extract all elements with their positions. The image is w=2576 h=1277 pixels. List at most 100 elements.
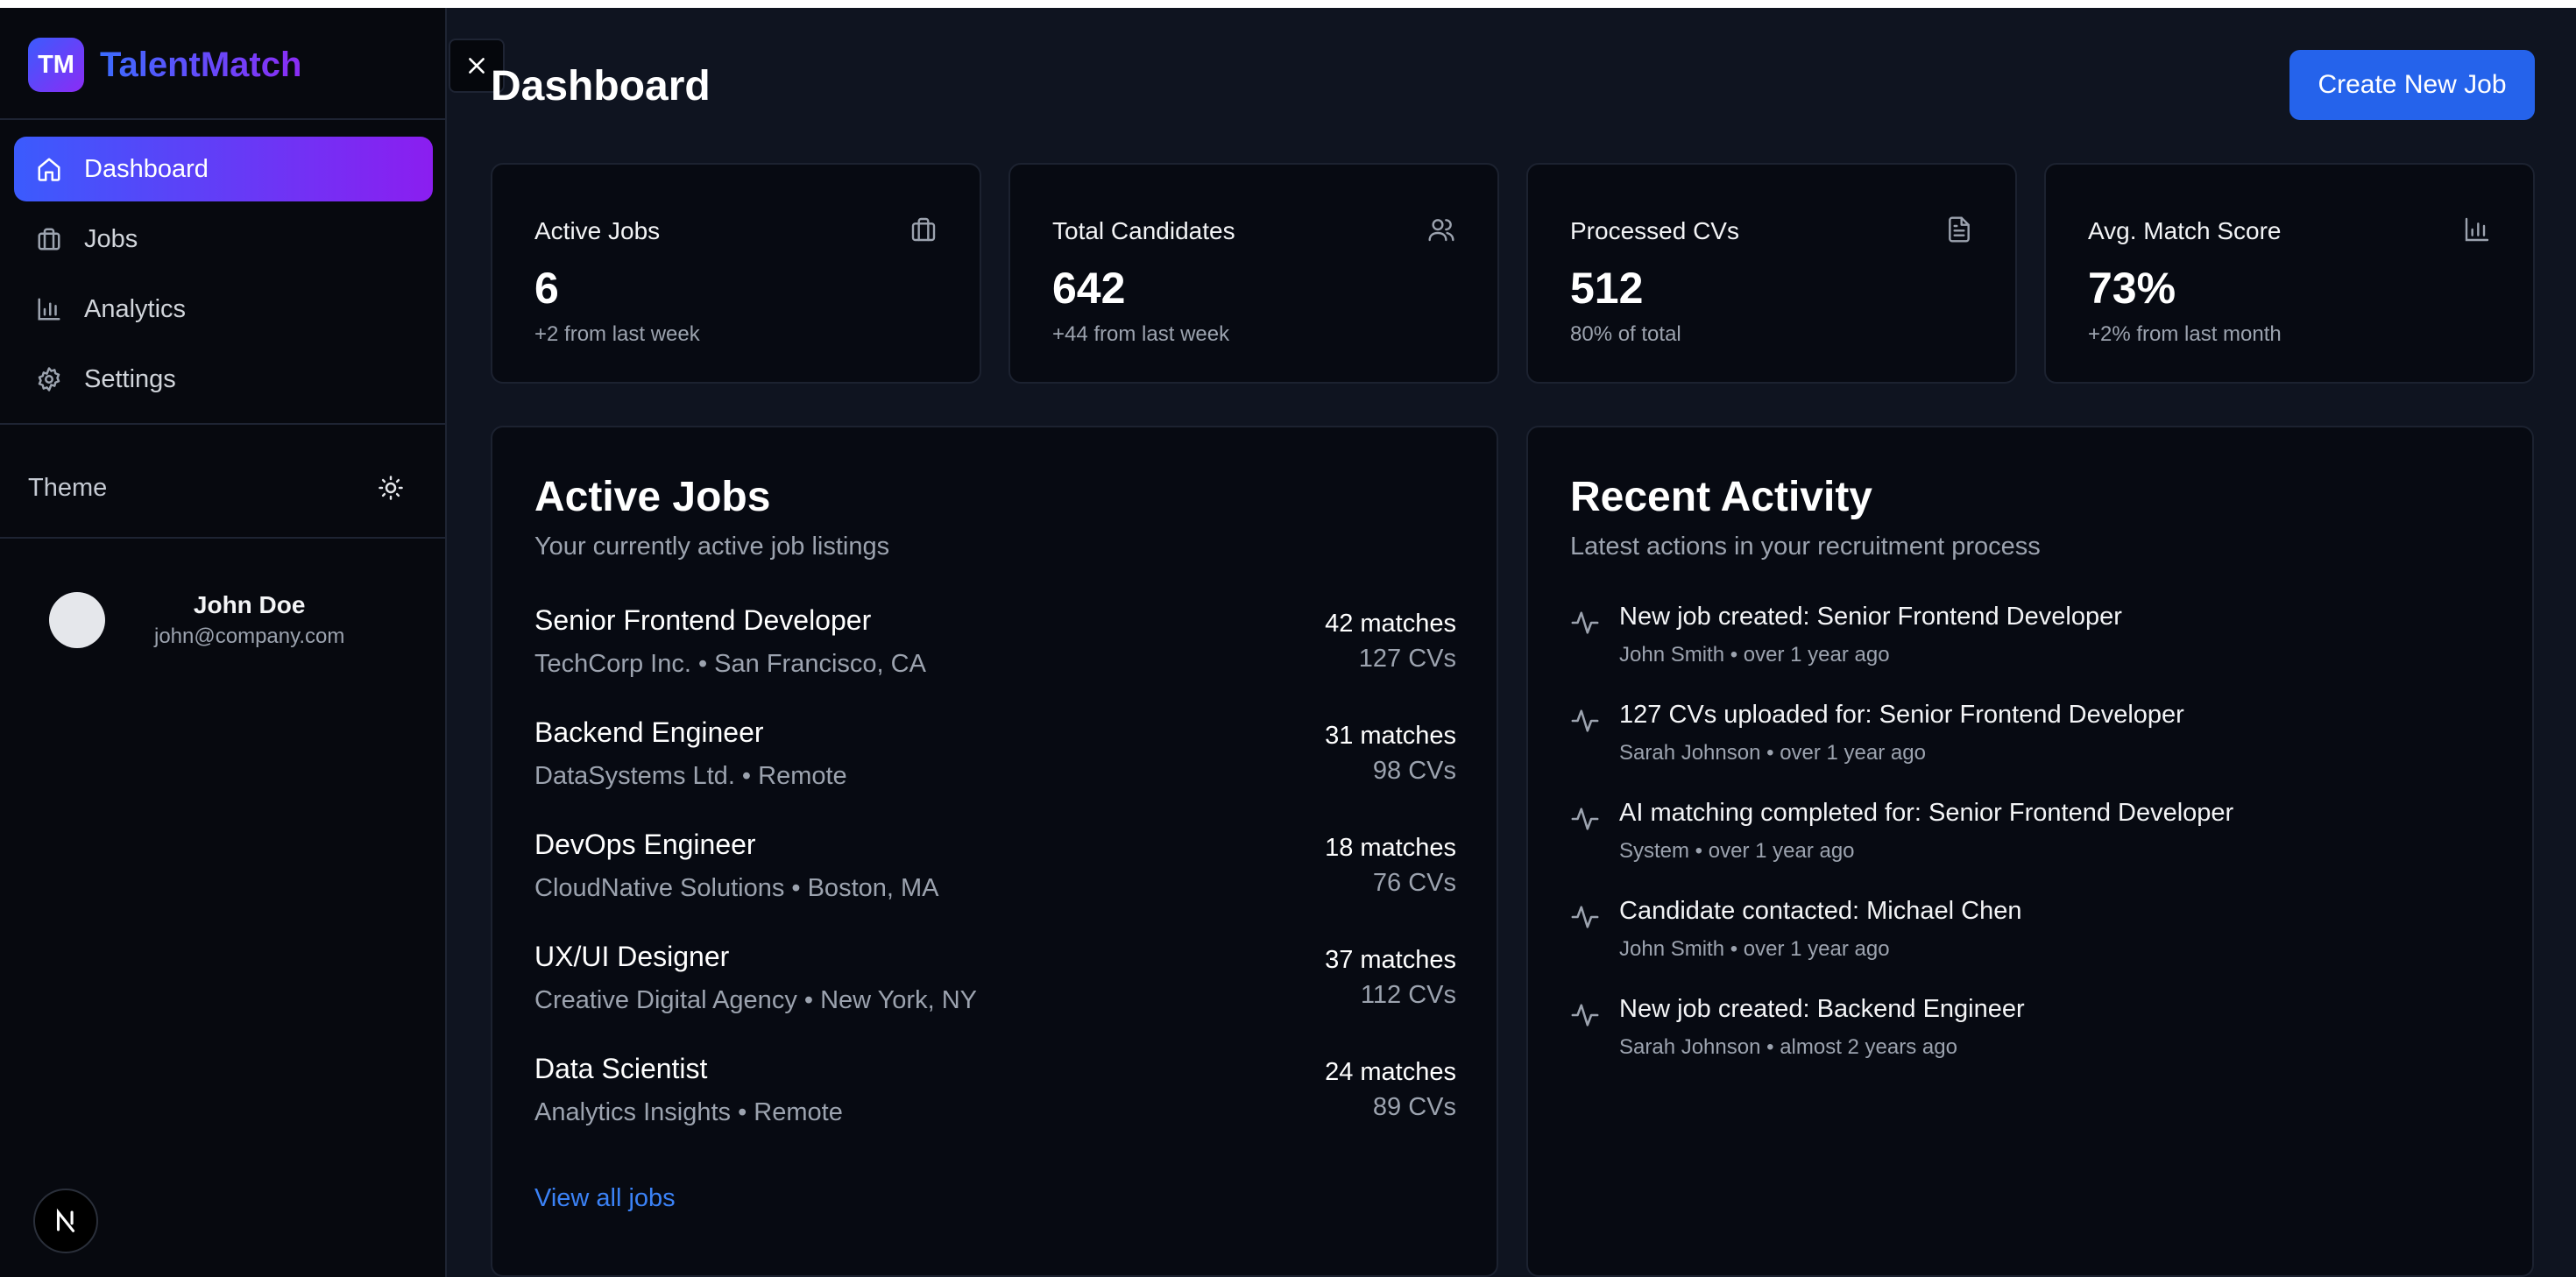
stat-sub: +44 from last week [1052,322,1230,346]
home-icon [35,155,63,183]
bar-chart-icon [2463,215,2491,243]
job-cvs: 76 CVs [1372,869,1456,897]
job-title: UX/UI Designer [534,941,730,972]
user-info: John Doe john@company.com [154,591,344,649]
stat-sub: +2 from last week [534,322,700,346]
job-meta: CloudNative Solutions • Boston, MA [534,874,939,902]
job-row[interactable]: DevOps Engineer CloudNative Solutions • … [534,829,1456,916]
sidebar-item-dashboard[interactable]: Dashboard [14,137,433,201]
users-icon [1427,215,1455,243]
job-matches: 31 matches [1325,722,1456,750]
stat-title: Total Candidates [1052,217,1235,244]
job-title: Data Scientist [534,1053,708,1084]
activity-title: New job created: Backend Engineer [1619,995,2025,1023]
theme-row: Theme [28,462,405,514]
stat-card-active-jobs: Active Jobs 6 +2 from last week [491,163,981,384]
job-cvs: 127 CVs [1358,645,1456,673]
user-email: john@company.com [154,624,345,648]
gear-icon [35,365,63,393]
stat-title: Avg. Match Score [2088,217,2282,244]
job-meta: DataSystems Ltd. • Remote [534,762,847,790]
sidebar-divider [0,423,447,425]
activity-pulse-icon [1570,706,1600,736]
activity-title: 127 CVs uploaded for: Senior Frontend De… [1619,701,2184,729]
activity-meta: Sarah Johnson • over 1 year ago [1619,741,1926,765]
activity-pulse-icon [1570,608,1600,638]
recent-activity-panel: Recent Activity Latest actions in your r… [1526,426,2534,1277]
app-root: TM TalentMatch Dashboard Jobs Analytics … [0,8,2576,1277]
stat-value: 73% [2088,264,2176,313]
briefcase-icon [909,215,938,243]
browser-top-strip [0,0,2576,8]
sidebar-item-label: Settings [84,364,176,393]
job-cvs: 98 CVs [1372,757,1456,785]
job-cvs: 112 CVs [1360,981,1456,1009]
activity-title: Candidate contacted: Michael Chen [1619,897,2022,925]
stat-card-processed-cvs: Processed CVs 512 80% of total [1526,163,2017,384]
brand-name: TalentMatch [100,45,302,84]
stat-sub: +2% from last month [2088,322,2282,346]
nextjs-badge-icon[interactable] [33,1189,98,1253]
job-title: DevOps Engineer [534,829,756,860]
stat-card-total-candidates: Total Candidates 642 +44 from last week [1008,163,1499,384]
activity-title: AI matching completed for: Senior Fronte… [1619,799,2234,827]
sidebar-nav: Dashboard Jobs Analytics Settings [14,137,433,417]
sidebar-divider [0,118,447,120]
activity-item: Candidate contacted: Michael Chen John S… [1570,897,2490,984]
sidebar-item-label: Analytics [84,294,187,323]
close-icon [469,58,485,74]
job-row[interactable]: Senior Frontend Developer TechCorp Inc. … [534,604,1456,692]
job-meta: Analytics Insights • Remote [534,1098,843,1126]
bar-chart-icon [35,295,63,323]
activity-item: 127 CVs uploaded for: Senior Frontend De… [1570,701,2490,788]
job-row[interactable]: Backend Engineer DataSystems Ltd. • Remo… [534,716,1456,804]
user-name: John Doe [193,591,306,618]
activity-meta: John Smith • over 1 year ago [1619,643,1890,667]
job-matches: 24 matches [1325,1058,1456,1086]
stat-title: Active Jobs [534,217,661,244]
page-title: Dashboard [491,63,711,109]
create-new-job-button[interactable]: Create New Job [2289,50,2535,120]
briefcase-icon [35,225,63,253]
activity-item: New job created: Senior Frontend Develop… [1570,603,2490,690]
job-row[interactable]: Data Scientist Analytics Insights • Remo… [534,1053,1456,1140]
activity-pulse-icon [1570,902,1600,932]
stat-value: 642 [1052,264,1126,313]
job-matches: 42 matches [1325,610,1456,638]
job-meta: Creative Digital Agency • New York, NY [534,986,977,1014]
sidebar-divider [0,537,447,539]
activity-meta: System • over 1 year ago [1619,839,1855,863]
panel-title: Active Jobs [534,474,771,520]
job-matches: 37 matches [1325,946,1456,974]
brand[interactable]: TM TalentMatch [28,38,301,92]
theme-label: Theme [28,473,108,502]
user-profile[interactable]: John Doe john@company.com [49,591,344,649]
job-matches: 18 matches [1325,834,1456,862]
panel-subtitle: Latest actions in your recruitment proce… [1570,533,2041,561]
active-jobs-panel: Active Jobs Your currently active job li… [491,426,1498,1277]
sidebar-item-analytics[interactable]: Analytics [14,277,433,342]
stat-card-avg-match-score: Avg. Match Score 73% +2% from last month [2044,163,2535,384]
document-icon [1945,215,1973,243]
stat-title: Processed CVs [1570,217,1739,244]
sidebar-item-settings[interactable]: Settings [14,347,433,412]
activity-title: New job created: Senior Frontend Develop… [1619,603,2122,631]
activity-pulse-icon [1570,804,1600,834]
job-meta: TechCorp Inc. • San Francisco, CA [534,650,926,678]
activity-meta: Sarah Johnson • almost 2 years ago [1619,1035,1957,1059]
activity-pulse-icon [1570,1000,1600,1030]
job-row[interactable]: UX/UI Designer Creative Digital Agency •… [534,941,1456,1028]
job-title: Backend Engineer [534,716,764,748]
sidebar: TM TalentMatch Dashboard Jobs Analytics … [0,8,447,1277]
sidebar-item-jobs[interactable]: Jobs [14,207,433,272]
stat-sub: 80% of total [1570,322,1681,346]
job-cvs: 89 CVs [1372,1093,1456,1121]
activity-meta: John Smith • over 1 year ago [1619,937,1890,961]
panel-subtitle: Your currently active job listings [534,533,890,561]
sidebar-item-label: Jobs [84,224,138,253]
job-title: Senior Frontend Developer [534,604,872,636]
sun-icon[interactable] [377,474,405,502]
sidebar-item-label: Dashboard [84,154,209,183]
brand-logo: TM [28,38,84,92]
view-all-jobs-link[interactable]: View all jobs [534,1184,676,1213]
